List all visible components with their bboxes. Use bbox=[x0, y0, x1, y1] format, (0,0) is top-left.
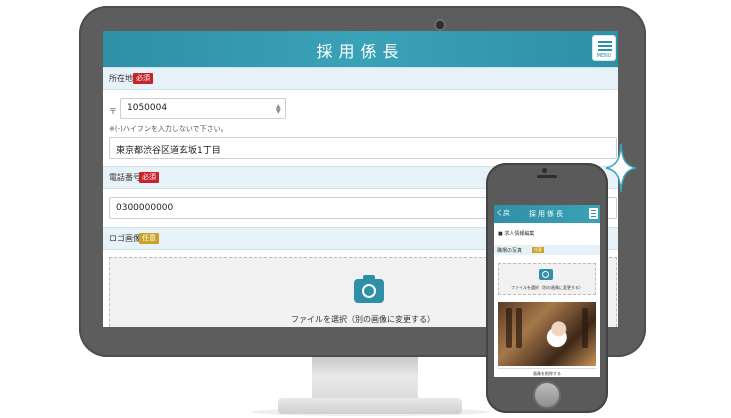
postal-note: ※(-)ハイフンを入力しないで下さい。 bbox=[109, 125, 228, 133]
camera-icon bbox=[539, 269, 553, 280]
sparkle-icon bbox=[605, 143, 637, 193]
phone-menu-bar bbox=[591, 216, 596, 217]
phone-screen: く戻 採用係長 ■ 求人情報編集 職場の写真 任意 ファイルを選択（別の画像に変… bbox=[494, 205, 600, 377]
webcam-icon bbox=[434, 19, 446, 31]
address-input[interactable]: 東京都渋谷区道玄坂1丁目 bbox=[109, 137, 617, 159]
menu-icon-bar bbox=[598, 45, 612, 47]
menu-icon bbox=[598, 41, 612, 43]
menu-icon-bar bbox=[598, 49, 612, 51]
home-button[interactable] bbox=[533, 381, 561, 409]
menu-button[interactable]: MENU bbox=[592, 35, 616, 61]
logo-label: ロゴ画像 bbox=[109, 234, 141, 243]
phone-file-select-text: ファイルを選択（別の画像に変更する） bbox=[511, 285, 583, 290]
postal-code-input[interactable]: 1050004 bbox=[120, 98, 286, 119]
camera-icon-lens bbox=[542, 271, 549, 278]
workplace-photo bbox=[498, 302, 596, 366]
phone-dropzone[interactable]: ファイルを選択（別の画像に変更する） bbox=[498, 263, 596, 295]
menu-label: MENU bbox=[596, 53, 612, 59]
phone-speaker bbox=[537, 175, 557, 178]
bottle-shape bbox=[582, 308, 588, 348]
required-badge: 必須 bbox=[133, 73, 153, 84]
phone-menu-bar bbox=[591, 213, 596, 214]
phone-label: 電話番号 bbox=[109, 173, 141, 182]
phone-header: く戻 採用係長 bbox=[494, 205, 600, 223]
bottle-shape bbox=[506, 308, 512, 348]
address-section-header: 所在地 必須 bbox=[103, 67, 618, 90]
optional-badge: 任意 bbox=[532, 247, 544, 253]
postal-mark: 〒 bbox=[109, 107, 117, 116]
camera-icon-bump bbox=[363, 275, 375, 280]
monitor-stand-base bbox=[278, 398, 462, 414]
app-header: 採用係長 MENU bbox=[103, 31, 618, 67]
address-label: 所在地 bbox=[109, 74, 133, 83]
phone-title: 採用係長 bbox=[529, 210, 565, 218]
camera-icon bbox=[354, 275, 384, 303]
required-badge: 必須 bbox=[139, 172, 159, 183]
optional-badge: 任意 bbox=[139, 233, 159, 244]
phone-menu-bar bbox=[591, 210, 596, 211]
bottle-shape bbox=[516, 308, 522, 348]
phone-photo-label: 職場の写真 bbox=[494, 245, 600, 255]
stepper-icon[interactable]: ▲ ▼ bbox=[276, 104, 281, 115]
smartphone: く戻 採用係長 ■ 求人情報編集 職場の写真 任意 ファイルを選択（別の画像に変… bbox=[486, 163, 608, 413]
app-title: 採用係長 bbox=[316, 42, 405, 61]
camera-icon-lens bbox=[362, 284, 376, 298]
phone-menu-icon[interactable] bbox=[589, 208, 598, 219]
phone-section-title: ■ 求人情報編集 bbox=[498, 231, 535, 237]
delete-image-button[interactable]: 画像を削除する bbox=[498, 368, 596, 377]
phone-camera-icon bbox=[542, 168, 547, 173]
